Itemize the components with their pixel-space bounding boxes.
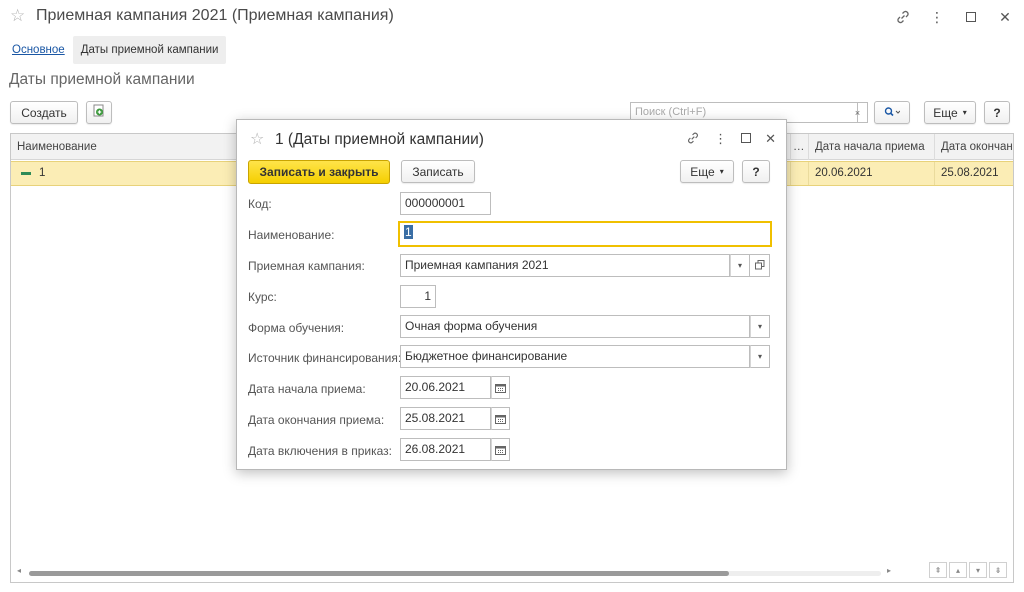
- form-navigation: Основное Даты приемной кампании: [8, 36, 227, 64]
- window-title-bar: ☆ Приемная кампания 2021 (Приемная кампа…: [0, 0, 1024, 34]
- dialog-more-label: Еще: [690, 164, 715, 179]
- education-form-label: Форма обучения:: [248, 321, 345, 335]
- cell-start-date: 20.06.2021: [809, 162, 935, 185]
- code-field[interactable]: 000000001: [400, 192, 491, 215]
- calendar-icon: [495, 383, 506, 393]
- start-date-calendar-button[interactable]: [491, 376, 510, 399]
- more-button[interactable]: Еще ▾: [924, 101, 976, 124]
- column-header-end-date[interactable]: Дата окончан: [935, 134, 1013, 160]
- campaign-label: Приемная кампания:: [248, 259, 365, 273]
- star-icon[interactable]: ☆: [10, 6, 25, 26]
- close-icon[interactable]: ✕: [765, 131, 776, 148]
- dialog-window-controls: ⋮ ✕: [686, 131, 776, 148]
- more-vert-icon[interactable]: ⋮: [714, 131, 727, 148]
- funding-dropdown-button[interactable]: ▾: [750, 345, 770, 368]
- search-button[interactable]: [874, 101, 910, 124]
- add-copy-icon: [92, 104, 106, 121]
- scroll-left-icon[interactable]: ◂: [17, 566, 21, 575]
- open-form-icon: [754, 259, 765, 272]
- prev-record-icon[interactable]: ▴: [949, 562, 967, 578]
- start-date-label: Дата начала приема:: [248, 382, 366, 396]
- star-icon[interactable]: ☆: [250, 129, 264, 149]
- chevron-down-icon: ▾: [757, 352, 762, 361]
- column-header-start-date[interactable]: Дата начала приема: [809, 134, 935, 160]
- order-date-field[interactable]: 26.08.2021: [400, 438, 491, 461]
- nav-tab-dates[interactable]: Даты приемной кампании: [72, 36, 227, 64]
- name-field-value: 1: [404, 225, 413, 239]
- save-button[interactable]: Записать: [401, 160, 475, 183]
- section-title: Даты приемной кампании: [9, 71, 195, 88]
- course-label: Курс:: [248, 290, 277, 304]
- start-date-field[interactable]: 20.06.2021: [400, 376, 491, 399]
- education-form-dropdown-button[interactable]: ▾: [750, 315, 770, 338]
- funding-label: Источник финансирования:: [248, 351, 402, 365]
- order-date-calendar-button[interactable]: [491, 438, 510, 461]
- window-title: Приемная кампания 2021 (Приемная кампани…: [36, 7, 394, 24]
- search-icon: [884, 106, 901, 120]
- window-controls: ⋮ ✕: [894, 8, 1014, 26]
- maximize-icon[interactable]: [962, 8, 980, 26]
- help-button[interactable]: ?: [984, 101, 1010, 124]
- horizontal-scrollbar[interactable]: ◂ ▸: [13, 566, 893, 578]
- link-icon[interactable]: [894, 8, 912, 26]
- create-button[interactable]: Создать: [10, 101, 78, 124]
- end-date-calendar-button[interactable]: [491, 407, 510, 430]
- chevron-down-icon: ▾: [737, 261, 742, 270]
- search-clear-button[interactable]: ×: [848, 102, 868, 123]
- campaign-field[interactable]: Приемная кампания 2021: [400, 254, 730, 277]
- more-vert-icon[interactable]: ⋮: [928, 8, 946, 26]
- dialog-help-button[interactable]: ?: [742, 160, 770, 183]
- scroll-right-icon[interactable]: ▸: [887, 566, 891, 575]
- link-icon[interactable]: [686, 131, 700, 148]
- code-label: Код:: [248, 197, 272, 211]
- scroll-thumb[interactable]: [29, 571, 729, 576]
- chevron-down-icon: ▾: [962, 108, 967, 117]
- name-label: Наименование:: [248, 228, 335, 242]
- order-date-label: Дата включения в приказ:: [248, 444, 392, 458]
- cell-hidden: [791, 162, 809, 185]
- chevron-down-icon: ▾: [757, 322, 762, 331]
- nav-link-main[interactable]: Основное: [8, 44, 73, 56]
- end-date-field[interactable]: 25.08.2021: [400, 407, 491, 430]
- last-record-icon[interactable]: ⇟: [989, 562, 1007, 578]
- close-icon[interactable]: ✕: [996, 8, 1014, 26]
- first-record-icon[interactable]: ⇞: [929, 562, 947, 578]
- more-button-label: Еще: [933, 105, 958, 120]
- cell-end-date: 25.08.2021: [941, 167, 999, 179]
- education-form-field[interactable]: Очная форма обучения: [400, 315, 750, 338]
- maximize-icon[interactable]: [741, 131, 752, 148]
- column-header-hidden[interactable]: …: [791, 134, 809, 160]
- record-dialog: ☆ 1 (Даты приемной кампании) ⋮ ✕ Записат…: [236, 119, 787, 470]
- course-field[interactable]: 1: [400, 285, 436, 308]
- row-marker-icon: [21, 172, 31, 175]
- calendar-icon: [495, 445, 506, 455]
- campaign-open-button[interactable]: [750, 254, 770, 277]
- next-record-icon[interactable]: ▾: [969, 562, 987, 578]
- dialog-title: 1 (Даты приемной кампании): [275, 131, 484, 148]
- list-navigation: ⇞ ▴ ▾ ⇟: [929, 562, 1007, 578]
- calendar-icon: [495, 414, 506, 424]
- add-copy-button[interactable]: [86, 101, 112, 124]
- save-and-close-button[interactable]: Записать и закрыть: [248, 160, 390, 184]
- chevron-down-icon: ▾: [719, 167, 724, 176]
- name-field[interactable]: 1: [398, 221, 772, 247]
- dialog-more-button[interactable]: Еще ▾: [680, 160, 734, 183]
- funding-field[interactable]: Бюджетное финансирование: [400, 345, 750, 368]
- campaign-dropdown-button[interactable]: ▾: [730, 254, 750, 277]
- end-date-label: Дата окончания приема:: [248, 413, 385, 427]
